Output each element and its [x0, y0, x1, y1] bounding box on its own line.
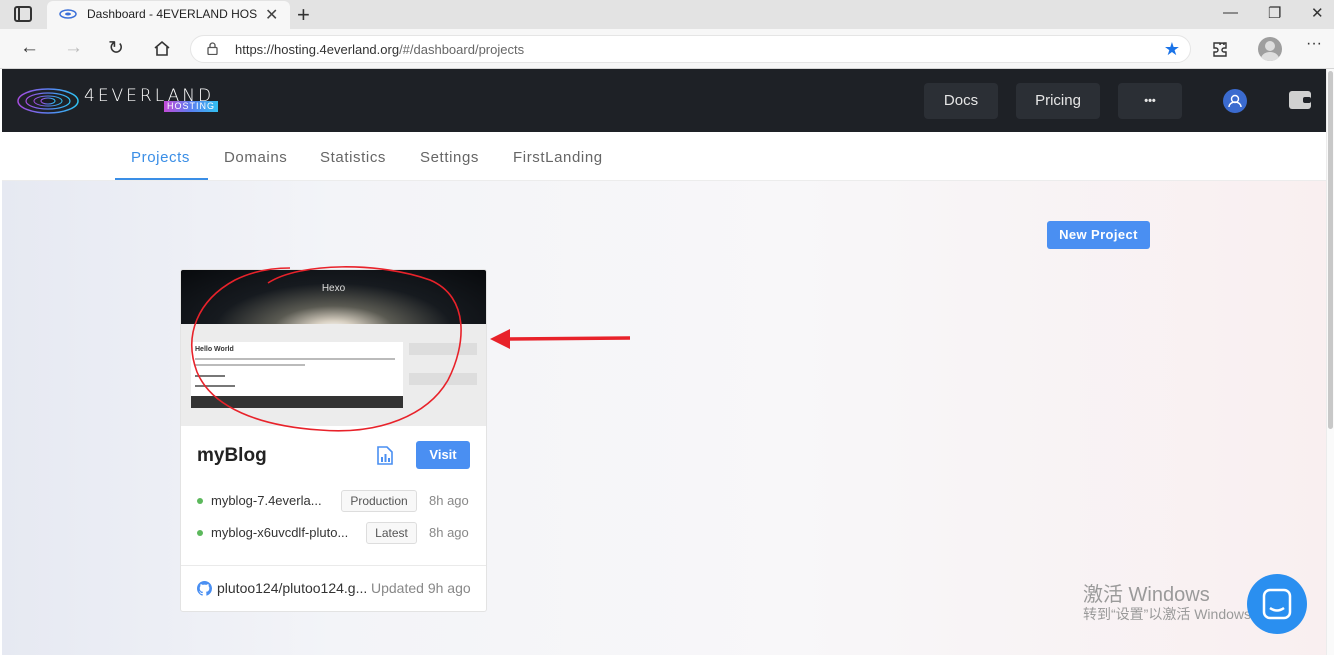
- active-tab-indicator: [115, 178, 208, 180]
- 4everland-logo-icon[interactable]: [16, 85, 80, 117]
- tab-projects[interactable]: Projects: [131, 149, 190, 166]
- pricing-button[interactable]: Pricing: [1016, 83, 1100, 119]
- preview-banner: [181, 270, 486, 324]
- docs-button[interactable]: Docs: [924, 83, 998, 119]
- preview-text-line: [195, 375, 225, 377]
- deployment-badge: Production: [341, 490, 417, 512]
- preview-sidebar-box: [409, 373, 477, 385]
- url-text: https://hosting.4everland.org/#/dashboar…: [235, 42, 524, 57]
- browser-tabbar: Dashboard - 4EVERLAND HOSTI ✕ + — ❐ ✕: [0, 0, 1334, 29]
- repo-link[interactable]: plutoo124/plutoo124.g...: [217, 580, 367, 596]
- deploy-log-icon[interactable]: [377, 446, 393, 465]
- preview-post-title: Hello World: [195, 346, 234, 353]
- browser-tab[interactable]: Dashboard - 4EVERLAND HOSTI ✕: [47, 1, 290, 29]
- windows-activation-subtitle: 转到“设置”以激活 Windows。: [1083, 606, 1266, 622]
- tab-settings[interactable]: Settings: [420, 149, 479, 166]
- restore-icon[interactable]: ❐: [1268, 4, 1281, 22]
- url-host: https://hosting.4everland.org: [235, 42, 400, 57]
- project-name[interactable]: myBlog: [197, 445, 267, 467]
- chat-support-button[interactable]: [1247, 574, 1307, 634]
- preview-code-block: [191, 396, 403, 408]
- scrollbar-thumb[interactable]: [1328, 71, 1333, 429]
- deployment-time: 8h ago: [429, 493, 469, 508]
- preview-site-title: Hexo: [321, 283, 346, 294]
- project-card[interactable]: Hexo Hello World myBlog Visit myblog-7.4…: [180, 269, 487, 612]
- new-project-button[interactable]: New Project: [1047, 221, 1150, 249]
- page-scrollbar[interactable]: [1326, 69, 1334, 655]
- github-icon: [197, 581, 212, 596]
- windows-activation-title: 激活 Windows: [1083, 584, 1210, 606]
- tab-close-icon[interactable]: ✕: [265, 5, 278, 25]
- lock-icon[interactable]: [207, 42, 218, 55]
- app-header: 4EVERLAND HOSTING Docs Pricing •••: [2, 69, 1326, 132]
- deployment-row: myblog-x6uvcdlf-pluto... Latest 8h ago: [197, 522, 475, 544]
- logo-badge: HOSTING: [164, 101, 219, 112]
- address-bar[interactable]: https://hosting.4everland.org/#/dashboar…: [190, 35, 1191, 63]
- 4everland-favicon-icon: [59, 9, 77, 19]
- deployment-badge: Latest: [366, 522, 417, 544]
- preview-post: Hello World: [191, 342, 403, 400]
- visit-button[interactable]: Visit: [416, 441, 470, 469]
- status-dot: [197, 530, 203, 536]
- refresh-icon[interactable]: ↻: [108, 37, 124, 60]
- status-dot: [197, 498, 203, 504]
- close-window-icon[interactable]: ✕: [1311, 4, 1324, 22]
- forward-icon[interactable]: →: [64, 37, 83, 59]
- tab-statistics[interactable]: Statistics: [320, 149, 386, 166]
- deployment-url[interactable]: myblog-x6uvcdlf-pluto...: [211, 525, 348, 540]
- project-preview-image[interactable]: Hexo Hello World: [181, 270, 486, 426]
- deployment-url[interactable]: myblog-7.4everla...: [211, 493, 322, 508]
- new-tab-icon[interactable]: +: [297, 2, 310, 28]
- browser-toolbar: ← → ↻ https://hosting.4everland.org/#/da…: [0, 29, 1334, 69]
- more-button[interactable]: •••: [1118, 83, 1182, 119]
- preview-text-line: [195, 358, 395, 360]
- tab-actions-icon[interactable]: [14, 6, 32, 22]
- tab-firstlanding[interactable]: FirstLanding: [513, 149, 603, 166]
- minimize-icon[interactable]: —: [1223, 4, 1238, 21]
- url-path: /#/dashboard/projects: [399, 42, 525, 57]
- preview-text-line: [195, 385, 235, 387]
- extensions-icon[interactable]: [1211, 40, 1229, 58]
- wallet-icon[interactable]: [1289, 91, 1311, 109]
- project-subnav: Projects Domains Statistics Settings Fir…: [2, 132, 1326, 181]
- deployment-time: 8h ago: [429, 525, 469, 540]
- preview-sidebar-box: [409, 343, 477, 355]
- browser-menu-icon[interactable]: ···: [1306, 35, 1322, 53]
- tab-domains[interactable]: Domains: [224, 149, 287, 166]
- home-icon[interactable]: [153, 40, 171, 57]
- chat-icon: [1262, 588, 1292, 620]
- browser-profile-icon[interactable]: [1258, 37, 1282, 61]
- preview-text-line: [195, 364, 305, 366]
- updated-time: Updated 9h ago: [371, 580, 471, 596]
- deployment-row: myblog-7.4everla... Production 8h ago: [197, 490, 475, 512]
- favorite-star-icon[interactable]: ★: [1164, 39, 1180, 60]
- user-avatar-icon[interactable]: [1223, 89, 1247, 113]
- card-footer: plutoo124/plutoo124.g... Updated 9h ago: [181, 565, 486, 611]
- back-icon[interactable]: ←: [20, 37, 39, 59]
- tab-title: Dashboard - 4EVERLAND HOSTI: [87, 7, 257, 21]
